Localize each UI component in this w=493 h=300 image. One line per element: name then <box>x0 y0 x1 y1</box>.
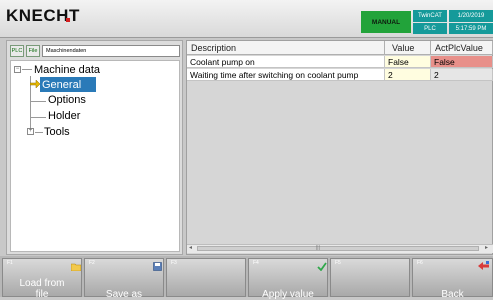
fkey-label: F4 <box>253 260 259 266</box>
folder-icon <box>71 263 81 271</box>
tree-root-machine-data[interactable]: Machine data <box>34 64 100 76</box>
tree-item-tools[interactable]: Tools <box>44 126 70 138</box>
arrow-right-icon <box>30 80 40 88</box>
softkey-label: Apply value <box>262 289 314 300</box>
table-cell-value[interactable]: False <box>385 56 431 68</box>
date-display: 1/20/2019 <box>449 10 493 22</box>
collapse-toggle[interactable]: − <box>14 66 21 73</box>
softkey-label: file <box>35 289 49 300</box>
expand-toggle[interactable]: + <box>27 128 34 135</box>
table-cell-value[interactable]: 2 <box>385 69 431 81</box>
time-display: 5:17:59 PM <box>449 23 493 34</box>
tree-item-holder[interactable]: Holder <box>48 110 80 122</box>
twincat-badge: TwinCAT <box>413 10 447 22</box>
knecht-logo: KNECHT <box>6 6 80 25</box>
table-cell-act-plc-value: 2 <box>431 69 493 81</box>
fkey-label: F3 <box>171 260 177 266</box>
tree-connector <box>35 132 43 133</box>
softkey-f3[interactable] <box>166 258 246 297</box>
column-header-value[interactable]: Value <box>385 41 431 55</box>
scrollbar-grip-icon: ||| <box>316 245 320 251</box>
tree-connector <box>30 117 46 118</box>
plc-button[interactable]: PLC <box>10 45 24 57</box>
fkey-label: F1 <box>7 260 13 266</box>
softkey-label: Back <box>441 289 464 300</box>
scrollbar-thumb[interactable] <box>197 246 479 251</box>
tree-item-options[interactable]: Options <box>48 94 86 106</box>
plc-status-badge: PLC <box>413 23 447 34</box>
file-button[interactable]: File <box>26 45 40 57</box>
path-field: Maschinendaten <box>42 45 180 57</box>
table-cell-description[interactable]: Coolant pump on <box>187 56 385 68</box>
scroll-left-arrow-icon[interactable]: ◂ <box>189 245 195 252</box>
column-header-description[interactable]: Description <box>187 41 385 55</box>
mode-badge: MANUAL <box>361 11 411 33</box>
save-icon <box>153 262 162 271</box>
tree-item-general[interactable]: General <box>40 77 96 92</box>
fkey-label: F5 <box>335 260 341 266</box>
column-header-act-plc-value[interactable]: ActPlcValue <box>431 41 493 55</box>
back-arrow-icon <box>478 261 489 270</box>
checkmark-icon <box>317 262 327 271</box>
fkey-label: F6 <box>417 260 423 266</box>
softkey-f5[interactable] <box>330 258 410 297</box>
table-cell-act-plc-value: False <box>431 56 493 68</box>
softkey-label: Load from <box>19 278 65 289</box>
softkey-label: Save as <box>105 289 143 300</box>
fkey-label: F2 <box>89 260 95 266</box>
scroll-right-arrow-icon[interactable]: ▸ <box>485 245 491 252</box>
tree-connector <box>22 69 32 70</box>
logo-red-dot <box>66 18 70 22</box>
tree-connector <box>30 101 46 102</box>
table-cell-description[interactable]: Waiting time after switching on coolant … <box>187 69 385 81</box>
